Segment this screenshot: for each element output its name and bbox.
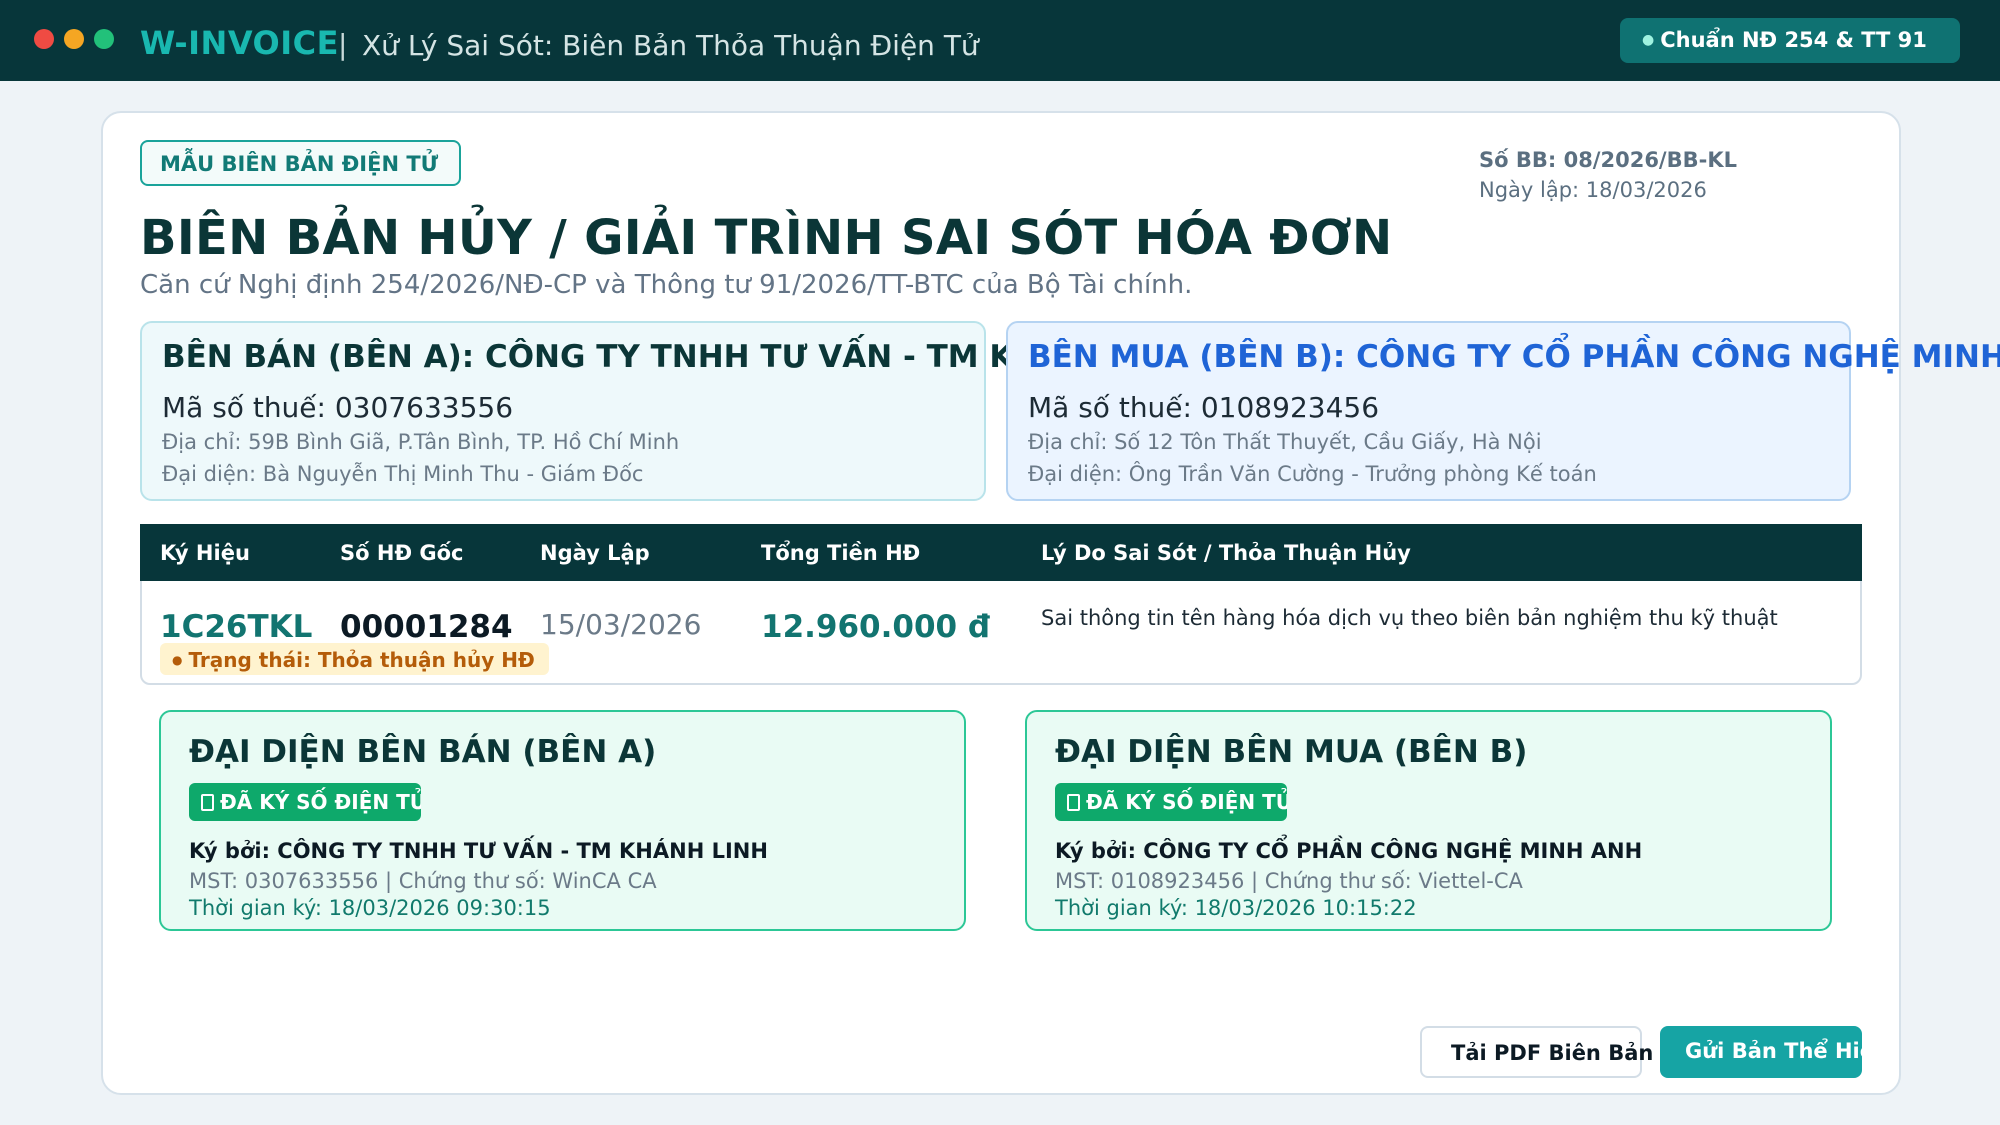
status-badge: ● Trạng thái: Thỏa thuận hủy HĐ (160, 643, 549, 675)
invoice-reason: Sai thông tin tên hàng hóa dịch vụ theo … (1041, 606, 1778, 630)
column-header-amount: Tổng Tiền HĐ (761, 541, 921, 565)
buyer-signature-title: ĐẠI DIỆN BÊN MUA (BÊN B) (1055, 734, 1528, 770)
seller-sign-time: Thời gian ký: 18/03/2026 09:30:15 (189, 896, 551, 920)
standard-badge-label: Chuẩn NĐ 254 & TT 91 (1660, 28, 1927, 52)
top-bar: W-INVOICE | Xử Lý Sai Sót: Biên Bản Thỏa… (0, 0, 2000, 81)
signed-check-icon (1067, 794, 1080, 811)
buyer-address: Địa chỉ: Số 12 Tôn Thất Thuyết, Cầu Giấy… (1028, 430, 1542, 454)
column-header-reason: Lý Do Sai Sót / Thỏa Thuận Hủy (1041, 541, 1411, 565)
buyer-signed-label: ĐÃ KÝ SỐ ĐIỆN TỬ (1086, 790, 1287, 814)
buyer-tax-code: Mã số thuế: 0108923456 (1028, 391, 1380, 424)
column-header-number: Số HĐ Gốc (340, 541, 464, 565)
page-title: BIÊN BẢN HỦY / GIẢI TRÌNH SAI SÓT HÓA ĐƠ… (140, 210, 1393, 266)
seller-signed-by: Ký bởi: CÔNG TY TNHH TƯ VẤN - TM KHÁNH L… (189, 839, 768, 863)
app-brand: W-INVOICE (140, 24, 339, 62)
document-number: Số BB: 08/2026/BB-KL (1479, 148, 1737, 172)
seller-signature-box: ĐẠI DIỆN BÊN BÁN (BÊN A) ĐÃ KÝ SỐ ĐIỆN T… (159, 710, 966, 931)
buyer-signed-by: Ký bởi: CÔNG TY CỔ PHẦN CÔNG NGHỆ MINH A… (1055, 839, 1643, 863)
invoice-amount: 12.960.000 đ (761, 609, 991, 645)
seller-tax-code: Mã số thuế: 0307633556 (162, 391, 514, 424)
invoice-date: 15/03/2026 (540, 608, 702, 641)
download-pdf-button[interactable]: Tải PDF Biên Bản (1420, 1026, 1653, 1078)
column-header-date: Ngày Lập (540, 541, 650, 565)
send-button[interactable]: Gửi Bản Thể Hiện (1660, 1026, 1862, 1078)
buyer-representative: Đại diện: Ông Trần Văn Cường - Trưởng ph… (1028, 462, 1597, 486)
window-title: Xử Lý Sai Sót: Biên Bản Thỏa Thuận Điện … (362, 29, 979, 62)
seller-representative: Đại diện: Bà Nguyễn Thị Minh Thu - Giám … (162, 462, 644, 486)
status-label: Trạng thái: Thỏa thuận hủy HĐ (188, 648, 535, 672)
buyer-sign-time: Thời gian ký: 18/03/2026 10:15:22 (1055, 896, 1417, 920)
status-dot-icon: ● (172, 653, 183, 667)
close-window-button[interactable] (34, 29, 54, 49)
template-tag: MẪU BIÊN BẢN ĐIỆN TỬ (140, 140, 461, 186)
seller-address: Địa chỉ: 59B Bình Giã, P.Tân Bình, TP. H… (162, 430, 680, 454)
invoice-number: 00001284 (340, 609, 513, 645)
standard-badge: ● Chuẩn NĐ 254 & TT 91 (1620, 18, 1960, 63)
window-controls (34, 29, 114, 49)
buyer-signed-badge: ĐÃ KÝ SỐ ĐIỆN TỬ (1055, 783, 1287, 821)
title-separator: | (338, 28, 348, 61)
buyer-info-box: BÊN MUA (BÊN B): CÔNG TY CỔ PHẦN CÔNG NG… (1006, 321, 2000, 501)
buyer-title: BÊN MUA (BÊN B): CÔNG TY CỔ PHẦN CÔNG NG… (1028, 339, 2000, 375)
page-subtitle: Căn cứ Nghị định 254/2026/NĐ-CP và Thông… (140, 270, 1193, 300)
buyer-signature-box: ĐẠI DIỆN BÊN MUA (BÊN B) ĐÃ KÝ SỐ ĐIỆN T… (1025, 710, 1832, 931)
invoice-code: 1C26TKL (160, 609, 313, 645)
table-header: Ký Hiệu Số HĐ Gốc Ngày Lập Tổng Tiền HĐ … (140, 524, 1862, 581)
seller-signed-label: ĐÃ KÝ SỐ ĐIỆN TỬ (220, 790, 421, 814)
seller-signed-badge: ĐÃ KÝ SỐ ĐIỆN TỬ (189, 783, 421, 821)
invoice-table: Ký Hiệu Số HĐ Gốc Ngày Lập Tổng Tiền HĐ … (140, 524, 1862, 685)
seller-signature-title: ĐẠI DIỆN BÊN BÁN (BÊN A) (189, 734, 657, 770)
signed-check-icon (201, 794, 214, 811)
seller-info-box: BÊN BÁN (BÊN A): CÔNG TY TNHH TƯ VẤN - T… (140, 321, 1209, 501)
document-date: Ngày lập: 18/03/2026 (1479, 178, 1707, 202)
maximize-window-button[interactable] (94, 29, 114, 49)
buyer-certificate: MST: 0108923456 | Chứng thư số: Viettel-… (1055, 869, 1523, 893)
minimize-window-button[interactable] (64, 29, 84, 49)
seller-certificate: MST: 0307633556 | Chứng thư số: WinCA CA (189, 869, 657, 893)
column-header-code: Ký Hiệu (160, 541, 250, 565)
status-dot-icon: ● (1642, 32, 1655, 48)
